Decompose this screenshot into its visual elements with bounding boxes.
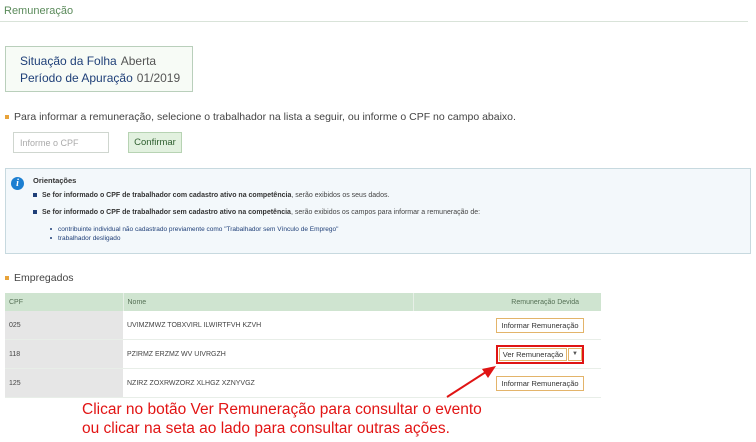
annotation-line-2: ou clicar na seta ao lado para consultar… [82, 420, 450, 437]
annotation-text: Clicar no botão Ver Remuneração para con… [82, 400, 482, 438]
annotation-arrow [446, 366, 496, 398]
annotation-line-1: Clicar no botão Ver Remuneração para con… [82, 401, 482, 418]
